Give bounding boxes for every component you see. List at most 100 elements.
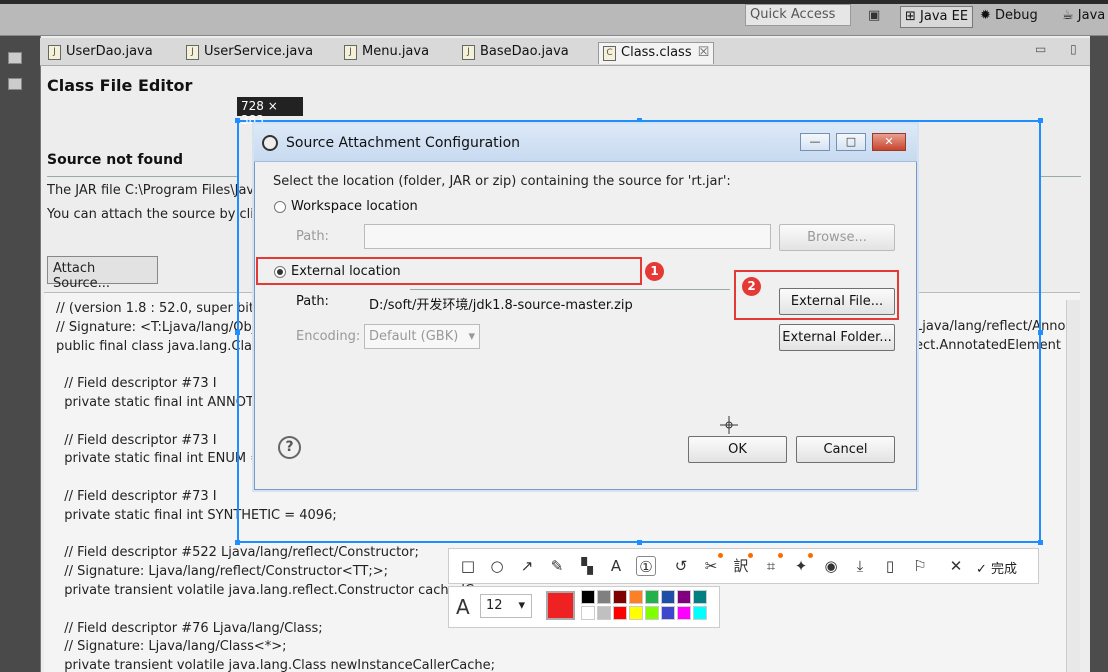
resize-handle[interactable] (235, 330, 240, 335)
finish-button[interactable]: ✓ 完成 (976, 558, 1017, 577)
pencil-icon[interactable]: ✎ (547, 556, 567, 576)
maximize-button[interactable]: □ (836, 133, 866, 151)
code-line: private static final int ENUM = (56, 451, 262, 467)
perspective-debug-label: Debug (995, 8, 1038, 23)
java-file-icon: J (344, 45, 357, 60)
ok-button[interactable]: OK (688, 436, 787, 463)
chevron-down-icon: ▾ (518, 598, 525, 613)
minimize-maximize-icon[interactable]: ▭ ▯ (1035, 42, 1087, 56)
color-swatch[interactable] (645, 590, 659, 604)
external-path-field[interactable]: D:/soft/开发环境/jdk1.8-source-master.zip (369, 294, 633, 313)
java-file-icon: J (48, 45, 61, 60)
dialog-prompt: Select the location (folder, JAR or zip)… (273, 174, 731, 189)
view-icon[interactable] (8, 78, 22, 90)
color-swatch[interactable] (613, 590, 627, 604)
dialog-title: Source Attachment Configuration (286, 135, 521, 151)
workspace-location-label: Workspace location (291, 199, 418, 214)
workspace-path-label: Path: (296, 229, 329, 244)
resize-handle[interactable] (637, 118, 642, 123)
code-line: // Field descriptor #73 I (56, 489, 217, 504)
code-line: // Signature: Ljava/lang/Class<*>; (56, 639, 287, 655)
font-size-value: 12 (486, 598, 503, 613)
color-swatch[interactable] (581, 590, 595, 604)
translate-icon[interactable]: 訳 (731, 553, 753, 576)
resize-handle[interactable] (235, 118, 240, 123)
java-file-icon: J (186, 45, 199, 60)
browse-button[interactable]: Browse... (779, 224, 895, 251)
open-perspective-icon[interactable]: ▣ (864, 6, 884, 28)
external-path-label: Path: (296, 294, 329, 309)
color-swatch[interactable] (677, 606, 691, 620)
undo-icon[interactable]: ↺ (671, 556, 691, 576)
jar-file-text: The JAR file C:\Program Files\Jav (47, 183, 255, 198)
resize-handle[interactable] (637, 540, 642, 545)
close-tab-icon[interactable]: ☒ (698, 45, 710, 60)
vertical-scrollbar[interactable] (1066, 300, 1080, 672)
rectangle-icon[interactable]: □ (458, 556, 478, 576)
color-swatch[interactable] (597, 606, 611, 620)
color-swatch[interactable] (661, 590, 675, 604)
color-swatch[interactable] (581, 606, 595, 620)
quick-access-input[interactable]: Quick Access (745, 4, 851, 26)
font-size-select[interactable]: 12 ▾ (480, 594, 532, 618)
record-icon[interactable]: ◉ (821, 556, 841, 576)
resize-handle[interactable] (1038, 330, 1043, 335)
tab-class[interactable]: C Class.class ☒ (598, 42, 715, 64)
perspective-debug[interactable]: ✹ Debug (976, 6, 1042, 28)
pin-icon[interactable]: ✦ (791, 553, 813, 576)
download-icon[interactable]: ⤓ (850, 556, 870, 576)
encoding-select[interactable]: Default (GBK) ▾ (364, 324, 480, 349)
code-line: private transient volatile java.lang.Cla… (56, 658, 496, 672)
tab-userdao[interactable]: J UserDao.java (44, 42, 157, 64)
left-side-strip (0, 36, 40, 672)
mosaic-icon[interactable]: ▚ (577, 556, 597, 576)
number-icon[interactable]: ① (636, 556, 656, 576)
code-line: private transient volatile java.lang.ref… (56, 583, 474, 598)
color-swatch[interactable] (677, 590, 691, 604)
color-swatch[interactable] (597, 590, 611, 604)
external-folder-button[interactable]: External Folder... (779, 324, 895, 351)
tab-label: Class.class (621, 45, 692, 60)
cancel-button[interactable]: Cancel (796, 436, 895, 463)
color-swatch[interactable] (693, 606, 707, 620)
resize-handle[interactable] (1038, 118, 1043, 123)
text-icon[interactable]: A (606, 556, 626, 576)
save-icon[interactable]: ▯ (880, 556, 900, 576)
tab-menu[interactable]: J Menu.java (340, 42, 433, 64)
help-icon[interactable]: ? (278, 436, 301, 459)
close-button[interactable]: ✕ (872, 133, 906, 151)
tab-basedao[interactable]: J BaseDao.java (458, 42, 573, 64)
color-swatch[interactable] (613, 606, 627, 620)
workspace-path-field[interactable] (364, 224, 771, 249)
perspective-java[interactable]: ☕ Java (1058, 6, 1108, 28)
perspective-java-ee[interactable]: ⊞ Java EE (900, 6, 974, 28)
current-color-swatch[interactable] (546, 591, 575, 620)
encoding-value: Default (GBK) (369, 329, 459, 344)
resize-handle[interactable] (235, 540, 240, 545)
ellipse-icon[interactable]: ○ (487, 556, 507, 576)
color-swatch[interactable] (645, 606, 659, 620)
annotation-number-2: 2 (742, 277, 761, 296)
tab-userservice[interactable]: J UserService.java (182, 42, 317, 64)
restore-icon[interactable] (8, 52, 22, 64)
color-swatch[interactable] (629, 590, 643, 604)
eclipse-icon (262, 135, 278, 151)
code-line: // Field descriptor #73 I (56, 376, 217, 392)
tab-label: UserDao.java (66, 44, 153, 59)
resize-handle[interactable] (1038, 540, 1043, 545)
color-swatch[interactable] (629, 606, 643, 620)
color-swatch[interactable] (661, 606, 675, 620)
bookmark-icon[interactable]: ⚐ (910, 556, 930, 576)
attach-source-button[interactable]: Attach Source... (47, 256, 158, 291)
ocr-icon[interactable]: ⌗ (761, 553, 783, 576)
perspective-java-ee-label: Java EE (920, 9, 969, 24)
minimize-button[interactable]: — (800, 133, 830, 151)
code-line: // Signature: <T:Ljava/lang/Obje (56, 319, 264, 335)
color-swatch[interactable] (693, 590, 707, 604)
workspace-location-radio[interactable] (274, 201, 286, 213)
cut-icon[interactable]: ✂ (701, 553, 723, 576)
divider (47, 176, 237, 177)
close-icon[interactable]: ✕ (946, 556, 966, 576)
source-not-found-heading: Source not found (47, 152, 184, 168)
arrow-icon[interactable]: ↗ (517, 556, 537, 576)
